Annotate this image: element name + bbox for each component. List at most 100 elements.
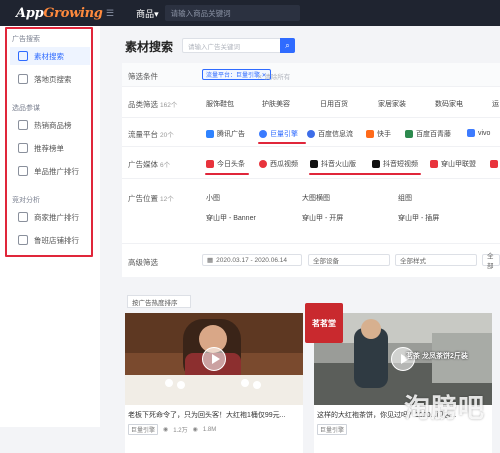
ad-card-meta: 巨量引擎	[317, 424, 348, 435]
position-option[interactable]: 穿山甲 - Banner	[206, 213, 256, 223]
filter-label: 广告位置	[128, 194, 158, 203]
platform-option-label: 快手	[377, 131, 391, 138]
sidebar-item-hot-products[interactable]: 热销商品榜	[10, 116, 90, 134]
media-option-xigua[interactable]: 西瓜视频	[259, 159, 298, 169]
filter-label: 广告媒体	[128, 160, 158, 169]
sidebar-section-title: 竞对分析	[12, 197, 40, 204]
sidebar-item-single-rank[interactable]: 单品推广排行	[10, 162, 90, 180]
platform-option-label: 百度信息流	[318, 131, 353, 138]
pangle-icon	[430, 160, 438, 168]
sort-select[interactable]: 按广告热度排序	[127, 295, 191, 308]
filter-row-position: 广告位置 12个 小图 大图横图 组图 穿山甲 - Banner 穿山甲 - 开屏…	[122, 179, 500, 244]
sidebar-item-shop-rank[interactable]: 鲁班店铺排行	[10, 231, 90, 249]
media-option-huoshan[interactable]: 抖音火山版	[310, 159, 356, 169]
ad-search-placeholder: 请输入广告关键词	[188, 43, 240, 51]
filter-panel: 筛选条件 流量平台：巨量引擎 ✕ ✕ 清除所有 品类筛选 162个 服饰鞋包 护肤…	[122, 63, 500, 277]
kuaishou-icon	[366, 130, 374, 138]
media-option-label: 抖音短视频	[383, 161, 418, 168]
device-select[interactable]: 全部设备	[308, 254, 390, 266]
category-option[interactable]: 运	[492, 99, 499, 109]
filter-count: 12个	[160, 196, 174, 203]
sidebar-item-material-search[interactable]: 素材搜索	[10, 47, 90, 65]
ad-thumbnail[interactable]	[125, 313, 303, 405]
position-option[interactable]: 小图	[206, 193, 220, 203]
app-logo[interactable]: App Growing	[0, 0, 103, 26]
date-range-value: 2020.03.17 - 2020.06.14	[216, 256, 287, 264]
position-option[interactable]: 组图	[398, 193, 412, 203]
media-option-douyin[interactable]: 抖音短视频	[372, 159, 418, 169]
media-option-label: 西瓜视频	[270, 161, 298, 168]
platform-option-kuaishou[interactable]: 快手	[366, 129, 391, 139]
ad-card[interactable]: 老板下死命令了，只为回头客！大红袍1桶仅99元... 巨量引擎 ◉ 1.2万 ◉ 1…	[125, 313, 303, 453]
page-title: 素材搜索	[125, 40, 174, 54]
category-option[interactable]: 日用百货	[320, 99, 348, 109]
position-option[interactable]: 穿山甲 - 开屏	[302, 213, 343, 223]
category-option[interactable]: 数码家电	[435, 99, 463, 109]
platform-option-oceanengine[interactable]: 巨量引擎	[259, 129, 298, 139]
platform-option-baidu-feed[interactable]: 百度信息流	[307, 129, 353, 139]
sort-select-value: 按广告热度排序	[132, 299, 178, 307]
filter-row-platform: 流量平台 20个 腾讯广告 巨量引擎 百度信息流 快手 百度百青藤 vivo	[122, 118, 500, 147]
brand-badge: 茗茗堂	[305, 303, 343, 343]
grid-icon	[18, 51, 28, 61]
sidebar-item-recommend[interactable]: 推荐榜单	[10, 139, 90, 157]
sidebar-item-merchant-rank[interactable]: 商家推广排行	[10, 208, 90, 226]
qingteng-icon	[405, 130, 413, 138]
media-option-toutiao[interactable]: 今日头条	[206, 159, 245, 169]
platform-option-baidu-qingteng[interactable]: 百度百青藤	[405, 129, 451, 139]
douyin-icon	[372, 160, 380, 168]
category-option[interactable]: 服饰鞋包	[206, 99, 234, 109]
stat-value: 1.2万	[173, 428, 188, 434]
video-caption: 茗茶 龙凤茶饼2斤装	[406, 353, 468, 360]
platform-option-label: 腾讯广告	[217, 131, 245, 138]
menu-icon[interactable]: ☰	[106, 8, 114, 19]
category-option[interactable]: 家居家装	[378, 99, 406, 109]
date-range-picker[interactable]: ▦ 2020.03.17 - 2020.06.14	[202, 254, 302, 266]
media-option-pangle[interactable]: 穿山甲联盟	[430, 159, 476, 169]
sidebar-section-title: 选品参谋	[12, 105, 40, 112]
sidebar-item-label: 鲁班店铺排行	[34, 235, 79, 245]
top-search-input[interactable]: 请输入商品关键词	[164, 5, 300, 21]
style-select[interactable]: 全部样式	[395, 254, 477, 266]
filter-label: 流量平台	[128, 130, 158, 139]
merchant-icon	[18, 212, 28, 222]
search-icon[interactable]: ⌕	[280, 38, 295, 53]
shop-icon	[18, 235, 28, 245]
product-type-select[interactable]: 商品▾	[136, 7, 159, 20]
sidebar-item-label: 推荐榜单	[34, 143, 64, 153]
douyin-huoshan-icon	[310, 160, 318, 168]
filter-label: 筛选条件	[128, 72, 158, 81]
position-option[interactable]: 大图横图	[302, 193, 330, 203]
platform-option-vivo[interactable]: vivo	[467, 129, 490, 137]
sidebar-item-label: 商家推广排行	[34, 212, 79, 222]
platform-option-tencent[interactable]: 腾讯广告	[206, 129, 245, 139]
sidebar-item-landing-search[interactable]: 落地页搜索	[10, 70, 90, 88]
position-option[interactable]: 穿山甲 - 插屏	[398, 213, 439, 223]
vivo-icon	[467, 129, 475, 137]
sidebar-item-label: 单品推广排行	[34, 166, 79, 176]
filter-label: 高级筛选	[128, 258, 158, 267]
page-icon	[18, 74, 28, 84]
play-icon[interactable]	[202, 347, 226, 371]
xigua-icon	[259, 160, 267, 168]
platform-tag: 巨量引擎	[317, 424, 348, 435]
sidebar-item-label: 素材搜索	[34, 51, 64, 61]
ad-card-title: 老板下死命令了，只为回头客！大红袍1桶仅99元...	[128, 412, 286, 419]
more-select-value: 全部	[487, 253, 494, 270]
platform-option-label: vivo	[478, 129, 491, 137]
heat-icon: ◉	[163, 427, 169, 433]
clear-all-button[interactable]: ✕ 清除所有	[257, 71, 290, 81]
more-select[interactable]: 全部	[482, 253, 500, 270]
filter-row-category: 品类筛选 162个 服饰鞋包 护肤美容 日用百货 家居家装 数码家电 运	[122, 87, 500, 118]
douyin-more-icon	[490, 160, 498, 168]
rank-icon	[18, 166, 28, 176]
platform-option-label: 巨量引擎	[270, 131, 298, 138]
media-option-more[interactable]: 抖	[490, 159, 500, 169]
tencent-icon	[206, 130, 214, 138]
highlight-underline	[205, 173, 249, 175]
fire-icon	[18, 120, 28, 130]
ad-keyword-search[interactable]: 请输入广告关键词 ⌕	[182, 38, 295, 53]
platform-tag: 巨量引擎	[128, 424, 159, 435]
category-option[interactable]: 护肤美容	[262, 99, 290, 109]
calendar-icon: ▦	[207, 257, 214, 264]
